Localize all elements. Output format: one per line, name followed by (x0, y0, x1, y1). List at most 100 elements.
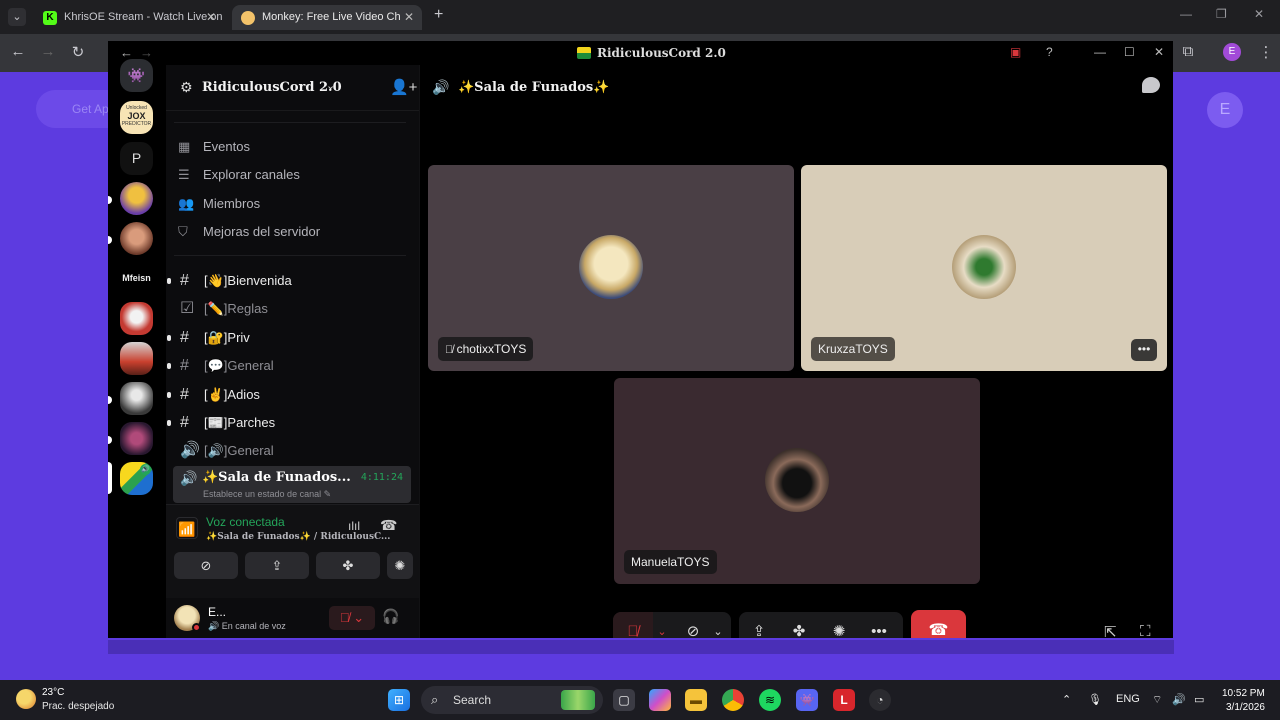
clock-date[interactable]: 3/1/2026 (1226, 702, 1265, 713)
camera-off-icon[interactable]: ⊘ (677, 612, 709, 638)
help-icon[interactable]: ? (1046, 45, 1053, 59)
launcher-l-icon[interactable]: L (833, 689, 855, 711)
screen-share-icon[interactable]: ▣ (1010, 45, 1021, 59)
profile-avatar[interactable]: E (1223, 43, 1241, 61)
more-options-icon[interactable]: ••• (863, 612, 895, 638)
chevron-down-icon[interactable]: ⌄ (709, 612, 727, 638)
server-avatar-2[interactable] (120, 222, 153, 255)
channel-status[interactable]: Establece un estado de canal ✎ (203, 489, 331, 500)
volume-icon[interactable]: 🔊 (1172, 693, 1186, 706)
channel-reglas[interactable]: ☑ [✏️]Reglas (176, 297, 268, 321)
fullscreen-icon[interactable]: ⛶ (1140, 623, 1151, 638)
mic-muted-icon[interactable]: 🎙̸ (613, 612, 653, 638)
close-window-icon[interactable]: ✕ (1254, 7, 1264, 21)
spotify-icon[interactable]: ≋ (759, 689, 781, 711)
channel-bienvenida[interactable]: # [👋]Bienvenida (167, 269, 292, 293)
participant-name-tag: 🎙̸ chotixxTOYS (438, 337, 534, 361)
disconnect-button[interactable]: ☎ (911, 610, 966, 638)
maximize-icon[interactable]: ❐ (1216, 7, 1227, 21)
menu-icon[interactable]: ⋮ (1256, 43, 1276, 61)
channel-adios[interactable]: # [✌️]Adios (167, 383, 260, 407)
nav-miembros[interactable]: 👥 Miembros (178, 193, 260, 215)
tab-search-button[interactable]: ⌄ (8, 8, 26, 26)
close-window-icon[interactable]: ✕ (1154, 45, 1164, 59)
server-avatar-6[interactable] (120, 422, 153, 455)
voice-connected-panel: 📶 Voz conectada ✨Sala de Funados✨ / Ridi… (166, 504, 419, 598)
headphones-icon[interactable]: 🎧 (382, 608, 399, 625)
server-header[interactable]: ⚙ RidiculousCord 2.0 ⌄ 👤+ (166, 65, 419, 111)
recording-app-icon[interactable]: ◔ (869, 689, 891, 711)
battery-icon[interactable]: ▭ (1194, 693, 1204, 706)
chrome-icon[interactable] (722, 689, 744, 711)
server-ridiculouscord[interactable]: 🔊 (120, 462, 153, 495)
activities-icon[interactable]: ✤ (783, 612, 815, 638)
noise-suppression-icon[interactable]: ılıl (348, 519, 360, 533)
page-avatar[interactable]: E (1207, 92, 1243, 128)
voice-location[interactable]: ✨Sala de Funados✨ / RidiculousC... (206, 532, 390, 542)
participant-tile-chotixx[interactable]: 🎙̸ chotixxTOYS (428, 165, 794, 371)
server-avatar-1[interactable] (120, 182, 153, 215)
start-icon[interactable]: ⊞ (388, 689, 410, 711)
channel-sala-de-funados[interactable]: 🔊 ✨Sala de Funados... 4:11:24 Establece … (173, 466, 411, 503)
nav-eventos[interactable]: ▦ Eventos (178, 136, 250, 158)
wifi-icon[interactable]: ⌔ (1152, 693, 1162, 707)
minimize-icon[interactable]: — (1180, 7, 1192, 21)
mute-toggle[interactable]: 🎙̸ ⌄ (329, 606, 375, 630)
activities-button[interactable]: ✤ (316, 552, 380, 579)
pop-out-icon[interactable]: ⇱ (1104, 623, 1117, 638)
soundboard-button[interactable]: ✺ (387, 552, 413, 579)
clock-time[interactable]: 10:52 PM (1222, 688, 1265, 699)
server-avatar-5[interactable] (120, 382, 153, 415)
server-jox-predictor[interactable]: Unlocked JOX PREDICTOR (120, 101, 153, 134)
forward-icon[interactable]: → (140, 45, 153, 60)
microphone-icon[interactable]: 🎙 (1088, 693, 1102, 706)
screen-share-icon[interactable]: ⇪ (743, 612, 775, 638)
server-mfeisn[interactable]: Mfeisn (120, 262, 153, 295)
browser-tab-monkey[interactable]: Monkey: Free Live Video Ch ✕ (232, 5, 422, 30)
back-icon[interactable]: ← (8, 43, 28, 60)
disconnect-icon[interactable]: ☎ (380, 517, 397, 534)
channel-parches[interactable]: # [📰]Parches (167, 411, 275, 435)
task-view-icon[interactable]: ▢ (613, 689, 635, 711)
chevron-down-icon[interactable]: ⌄ (653, 612, 671, 638)
server-p[interactable]: P (120, 142, 153, 175)
participant-tile-kruxza[interactable]: KruxzaTOYS ••• (801, 165, 1167, 371)
channel-general[interactable]: # [💬]General (167, 354, 274, 378)
new-tab-icon[interactable]: + (434, 6, 443, 24)
minimize-icon[interactable]: — (1094, 45, 1106, 59)
server-avatar-3[interactable] (120, 302, 153, 335)
discord-icon[interactable]: 👾 (796, 689, 818, 711)
signal-icon[interactable]: 📶 (176, 517, 198, 539)
app-icon (577, 47, 591, 59)
language-indicator[interactable]: ENG (1116, 693, 1140, 705)
browser-tab-kick[interactable]: K KhrisOE Stream - Watch Live on ✕ (34, 5, 224, 30)
extensions-icon[interactable]: ⧉ (1178, 43, 1198, 60)
nav-mejoras[interactable]: ⛉ Mejoras del servidor (178, 221, 320, 243)
screen-share-button[interactable]: ⇪ (245, 552, 309, 579)
back-icon[interactable]: ← (120, 45, 133, 60)
chat-bubble-icon[interactable] (1142, 77, 1160, 93)
server-avatar-4[interactable] (120, 342, 153, 375)
more-options-icon[interactable]: ••• (1131, 339, 1157, 361)
direct-messages-icon[interactable]: 👾 (120, 59, 153, 92)
chevron-up-icon[interactable]: ⌃ (1062, 693, 1071, 706)
weather-icon[interactable] (16, 689, 36, 709)
soundboard-icon[interactable]: ✺ (823, 612, 855, 638)
copilot-icon[interactable] (649, 689, 671, 711)
server-rail: 👾 Unlocked JOX PREDICTOR P Mfeisn 🔊 (108, 59, 166, 638)
channel-voice-general[interactable]: 🔊 [🔊]General (176, 439, 274, 463)
reload-icon[interactable]: ↻ (68, 43, 88, 61)
close-tab-icon[interactable]: ✕ (206, 5, 216, 30)
invite-people-icon[interactable]: 👤+ (390, 78, 417, 96)
participant-tile-manuela[interactable]: ManuelaTOYS (614, 378, 980, 584)
close-tab-icon[interactable]: ✕ (404, 5, 414, 30)
forward-icon[interactable]: → (38, 43, 58, 60)
username[interactable]: E... (208, 605, 226, 619)
hash-icon: # (180, 357, 189, 374)
maximize-icon[interactable]: ☐ (1124, 45, 1135, 59)
taskbar-search[interactable]: ⌕ Search (421, 686, 603, 714)
nav-explorar-canales[interactable]: ☰ Explorar canales (178, 164, 300, 186)
camera-off-button[interactable]: ⊘ (174, 552, 238, 579)
file-explorer-icon[interactable]: ▬ (685, 689, 707, 711)
channel-priv[interactable]: # [🔐]Priv (167, 326, 250, 350)
